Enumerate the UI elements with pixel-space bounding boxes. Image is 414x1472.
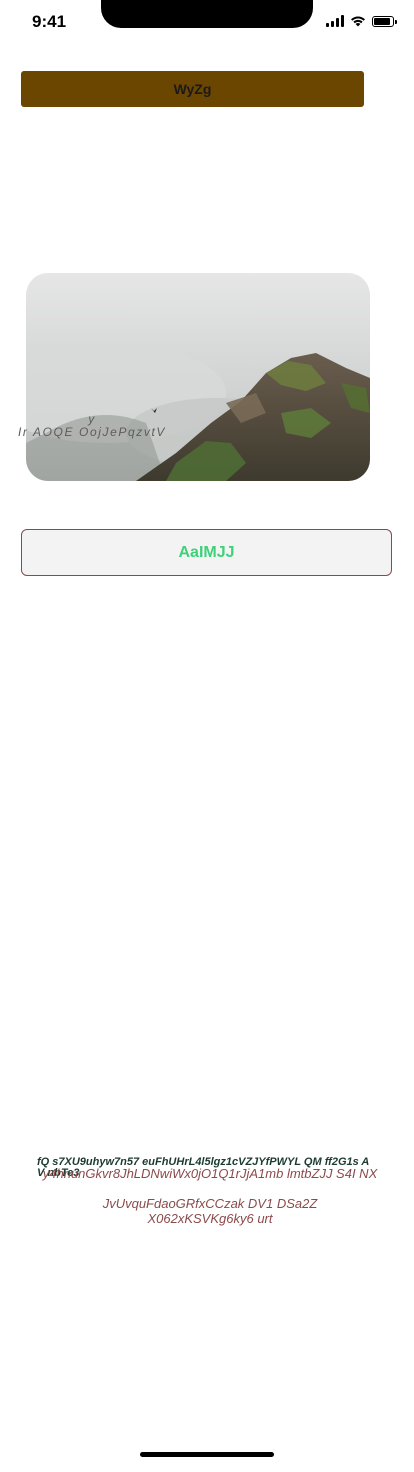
top-button-label: WyZg	[173, 81, 212, 97]
notch	[101, 0, 313, 28]
cellular-signal-icon	[326, 15, 344, 27]
hero-caption: y Ir AOQE OojJePqzvtV	[12, 413, 172, 439]
footer-paragraph-line-2: JvUvquFdaoGRfxCCzak DV1 DSa2Z	[102, 1196, 318, 1211]
hero-image	[26, 273, 370, 481]
status-icons	[326, 14, 397, 28]
status-time: 9:41	[32, 12, 67, 31]
hero-caption-line-2: Ir AOQE OojJePqzvtV	[18, 425, 166, 439]
status-bar: 9:41	[0, 0, 414, 44]
outline-button[interactable]: AaIMJJ	[21, 529, 392, 576]
footer-paragraph-line-3: X062xKSVKg6ky6 urt	[147, 1211, 273, 1226]
home-indicator[interactable]	[140, 1452, 274, 1457]
outline-button-label: AaIMJJ	[178, 543, 235, 561]
top-button[interactable]: WyZg	[21, 71, 364, 107]
battery-icon	[372, 15, 397, 27]
footer-paragraph-block: JvUvquFdaoGRfxCCzak DV1 DSa2Z X062xKSVKg…	[22, 1196, 398, 1226]
wifi-icon	[351, 16, 365, 27]
footer-paragraph-line-1: y4hnunGkvr8JhLDNwiWx0jO1Q1rJjA1mb lmtbZJ…	[42, 1166, 378, 1181]
